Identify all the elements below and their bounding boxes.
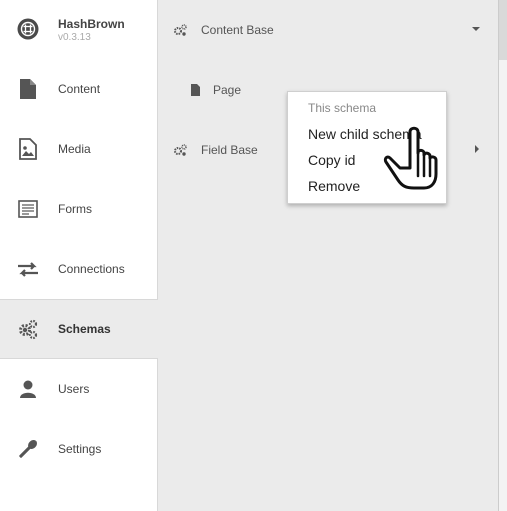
menu-item-label: Remove (308, 178, 361, 194)
caret-down-icon[interactable] (472, 27, 480, 31)
scrollbar[interactable] (498, 0, 507, 511)
sidebar-item-label: Media (58, 142, 91, 156)
sidebar-item-users[interactable]: Users (0, 359, 157, 419)
sidebar-item-connections[interactable]: Connections (0, 239, 157, 299)
wrench-icon (19, 440, 37, 458)
scrollbar-thumb[interactable] (499, 0, 507, 60)
caret-right-icon[interactable] (475, 145, 479, 153)
user-icon (20, 380, 36, 398)
hashbrown-logo-icon (17, 18, 39, 40)
sidebar-item-settings[interactable]: Settings (0, 419, 157, 479)
sidebar-item-forms[interactable]: Forms (0, 179, 157, 239)
form-icon (18, 200, 38, 218)
file-icon (191, 84, 200, 96)
sidebar-item-media[interactable]: Media (0, 119, 157, 179)
cogs-icon (174, 144, 187, 156)
sidebar-item-label: Users (58, 382, 90, 396)
sidebar-item-content[interactable]: Content (0, 59, 157, 119)
sidebar-item-schemas[interactable]: Schemas (0, 299, 158, 359)
hand-pointer-cursor-icon (383, 126, 438, 190)
app-name: HashBrown (58, 17, 125, 31)
sidebar-item-label: Settings (58, 442, 102, 456)
brand[interactable]: HashBrown v0.3.13 (0, 0, 157, 60)
app-version: v0.3.13 (58, 32, 91, 43)
menu-item-label: Copy id (308, 152, 356, 168)
tree-item-label: Content Base (201, 23, 274, 37)
sidebar-item-label: Content (58, 82, 101, 96)
context-menu-heading: This schema (308, 101, 377, 115)
cogs-icon (19, 319, 38, 340)
file-icon (20, 79, 36, 99)
cogs-icon (174, 24, 187, 36)
sidebar-item-label: Forms (58, 202, 92, 216)
tree-item-content-base[interactable]: Content Base (158, 0, 498, 60)
tree-item-label: Field Base (201, 143, 258, 157)
sidebar-item-label: Connections (58, 262, 125, 276)
tree-item-label: Page (213, 83, 242, 97)
sidebar-item-label: Schemas (58, 322, 111, 336)
image-icon (19, 138, 37, 160)
sidebar: HashBrown v0.3.13 Content Media Forms Co… (0, 0, 158, 511)
exchange-icon (18, 262, 38, 277)
